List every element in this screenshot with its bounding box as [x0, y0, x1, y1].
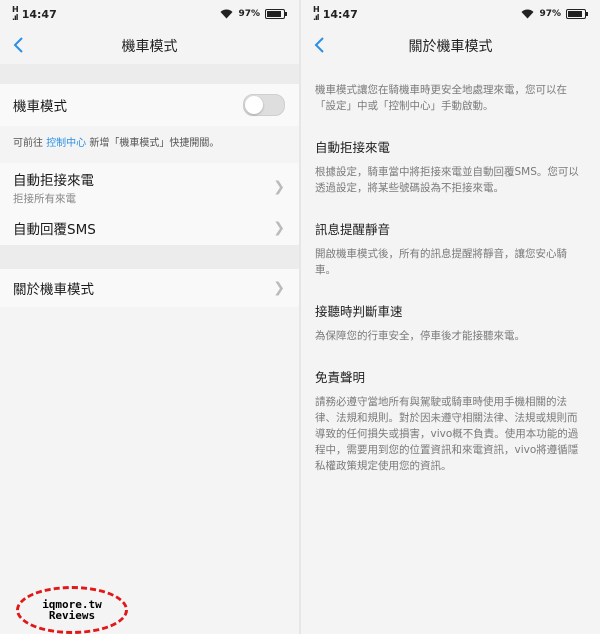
status-bar: H .ıl 14:47 97%: [0, 0, 299, 28]
wifi-icon: [220, 9, 233, 19]
battery-fill: [568, 11, 582, 17]
about-content: 機車模式讓您在騎機車時更安全地處理來電，您可以在「設定」中或「控制中心」手動啟動…: [301, 64, 600, 474]
section-heading: 接聽時判斷車速: [315, 304, 403, 319]
chevron-right-icon: ❯: [273, 220, 285, 236]
auto-reply-label: 自動回覆SMS: [13, 222, 96, 238]
hint-prefix: 可前往: [13, 138, 47, 149]
status-right: 97%: [521, 0, 588, 28]
section-heading: 免責聲明: [315, 370, 366, 385]
page-title: 機車模式: [121, 39, 178, 55]
battery-icon: [566, 9, 588, 19]
auto-reject-row[interactable]: 自動拒接來電 拒接所有來電 ❯: [0, 163, 299, 211]
toggle-knob: [245, 96, 263, 114]
about-motorcycle-mode-screen: H .ıl 14:47 97% 關於機車模式 機車模式讓您在騎機車時更安全地處理來…: [301, 0, 600, 634]
moto-mode-label: 機車模式: [13, 99, 67, 115]
about-label: 關於機車模式: [13, 282, 94, 298]
about-row[interactable]: 關於機車模式 ❯: [0, 269, 299, 307]
auto-reply-row[interactable]: 自動回覆SMS ❯: [0, 211, 299, 245]
wifi-icon: [521, 9, 534, 19]
signal-icon: H .ıl: [12, 5, 19, 22]
section-divider: [0, 245, 299, 269]
status-bar: H .ıl 14:47 97%: [301, 0, 600, 28]
section-heading: 訊息提醒靜音: [315, 222, 391, 237]
auto-reject-sublabel: 拒接所有來電: [13, 192, 76, 205]
auto-reject-text: 自動拒接來電 拒接所有來電: [13, 169, 94, 206]
back-chevron-icon[interactable]: [12, 36, 32, 56]
section-body: 根據設定，騎車當中將拒接來電並自動回覆SMS。您可以透過設定，將某些號碼設為不拒…: [315, 166, 579, 194]
chevron-right-icon: ❯: [273, 280, 285, 296]
section-speed: 接聽時判斷車速 為保障您的行車安全，停車後才能接聽來電。: [315, 301, 586, 344]
mode-group: 機車模式: [0, 84, 299, 126]
hint-text: 可前往 控制中心 新增「機車模式」快捷開關。: [0, 126, 299, 163]
status-right: 97%: [220, 0, 287, 28]
auto-reject-label: 自動拒接來電: [13, 172, 94, 189]
back-chevron-icon[interactable]: [313, 36, 333, 56]
section-body: 為保障您的行車安全，停車後才能接聽來電。: [315, 330, 525, 342]
watermark-line2: Reviews: [48, 609, 96, 622]
section-disclaimer: 免責聲明 請務必遵守當地所有與駕駛或騎車時使用手機相關的法律、法規和規則。對於因…: [315, 367, 586, 474]
chevron-right-icon: ❯: [273, 179, 285, 195]
section-divider: [0, 64, 299, 84]
signal-icon: H .ıl: [313, 5, 320, 22]
status-time: 14:47: [21, 7, 57, 21]
battery-percent: 97%: [238, 9, 260, 19]
nav-bar: 機車模式: [0, 28, 299, 64]
section-auto-reject: 自動拒接來電 根據設定，騎車當中將拒接來電並自動回覆SMS。您可以透過設定，將某…: [315, 137, 586, 196]
section-heading: 自動拒接來電: [315, 140, 391, 155]
status-time: 14:47: [322, 7, 358, 21]
section-body: 請務必遵守當地所有與駕駛或騎車時使用手機相關的法律、法規和規則。對於因未遵守相關…: [315, 396, 579, 472]
hint-suffix: 新增「機車模式」快捷開關。: [86, 138, 220, 149]
moto-mode-row[interactable]: 機車模式: [0, 84, 299, 126]
motorcycle-mode-screen: H .ıl 14:47 97% 機車模式 機車模式 可前往 控制中心 新增「機車模…: [0, 0, 299, 634]
battery-icon: [265, 9, 287, 19]
section-mute: 訊息提醒靜音 開啟機車模式後，所有的訊息提醒將靜音，讓您安心騎車。: [315, 219, 586, 278]
watermark-logo: iqmore.tw Reviews: [16, 586, 128, 634]
nav-bar: 關於機車模式: [301, 28, 600, 64]
section-body: 開啟機車模式後，所有的訊息提醒將靜音，讓您安心騎車。: [315, 248, 567, 276]
page-title: 關於機車模式: [408, 39, 493, 55]
control-center-link[interactable]: 控制中心: [46, 138, 86, 149]
intro-paragraph: 機車模式讓您在騎機車時更安全地處理來電，您可以在「設定」中或「控制中心」手動啟動…: [315, 84, 567, 112]
about-group: 關於機車模式 ❯: [0, 269, 299, 307]
battery-percent: 97%: [539, 9, 561, 19]
moto-mode-toggle[interactable]: [243, 94, 285, 116]
settings-group: 自動拒接來電 拒接所有來電 ❯ 自動回覆SMS ❯: [0, 163, 299, 245]
battery-fill: [267, 11, 281, 17]
